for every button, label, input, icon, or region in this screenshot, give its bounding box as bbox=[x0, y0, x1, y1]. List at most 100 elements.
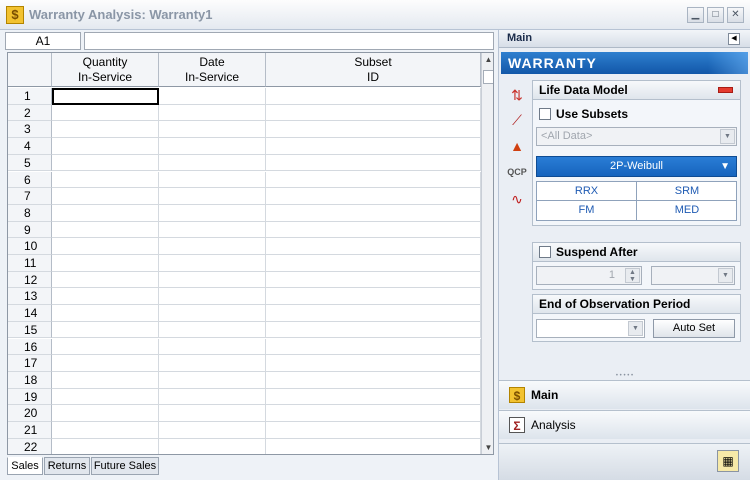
grid-cell[interactable] bbox=[266, 388, 481, 406]
use-subsets-checkbox[interactable] bbox=[539, 108, 551, 120]
close-button[interactable]: ✕ bbox=[727, 7, 744, 23]
grid-cell[interactable] bbox=[266, 305, 481, 322]
grid-cell[interactable] bbox=[266, 238, 481, 255]
grid-cell[interactable] bbox=[52, 238, 159, 255]
grid-cell[interactable] bbox=[266, 255, 481, 272]
collapse-panel-icon[interactable]: ◀ bbox=[728, 33, 740, 45]
sheet-tab-returns[interactable]: Returns bbox=[44, 457, 90, 475]
method-srm[interactable]: SRM bbox=[637, 182, 737, 201]
vertical-scrollbar[interactable]: ▲ ▼ bbox=[481, 53, 493, 454]
grid-cell[interactable] bbox=[52, 221, 159, 239]
grid-cell[interactable] bbox=[159, 305, 266, 322]
method-rrx[interactable]: RRX bbox=[537, 182, 637, 201]
grid-cell[interactable] bbox=[159, 154, 266, 172]
suspend-after-unit-select[interactable]: ▼ bbox=[651, 266, 735, 285]
grid-cell[interactable] bbox=[266, 88, 481, 105]
row-number[interactable]: 4 bbox=[8, 138, 52, 155]
calculate-icon[interactable]: ▲ bbox=[507, 136, 527, 156]
row-number[interactable]: 3 bbox=[8, 121, 52, 139]
use-subsets-option[interactable]: Use Subsets bbox=[539, 107, 628, 121]
row-number[interactable]: 10 bbox=[8, 238, 52, 255]
grid-cell[interactable] bbox=[159, 255, 266, 272]
grid-cell[interactable] bbox=[159, 204, 266, 222]
grid-cell[interactable] bbox=[266, 355, 481, 372]
grid-cell[interactable] bbox=[266, 154, 481, 172]
cell-reference-box[interactable]: A1 bbox=[5, 32, 81, 50]
grid-cell[interactable] bbox=[159, 138, 266, 155]
grid-cell[interactable] bbox=[159, 104, 266, 122]
column-header-quantity[interactable]: Quantity In-Service bbox=[52, 53, 159, 87]
row-number[interactable]: 19 bbox=[8, 388, 52, 406]
grid-cell[interactable] bbox=[266, 321, 481, 339]
grid-cell[interactable] bbox=[266, 204, 481, 222]
row-number[interactable]: 18 bbox=[8, 371, 52, 389]
row-number[interactable]: 1 bbox=[8, 88, 52, 105]
spinner-arrows-icon[interactable]: ▲ ▼ bbox=[625, 268, 640, 283]
grid-cell[interactable] bbox=[52, 405, 159, 422]
grid-cell[interactable] bbox=[52, 204, 159, 222]
grid-cell[interactable] bbox=[266, 271, 481, 289]
grid-cell[interactable] bbox=[52, 255, 159, 272]
row-number[interactable]: 9 bbox=[8, 221, 52, 239]
row-number[interactable]: 12 bbox=[8, 271, 52, 289]
grid-cell[interactable] bbox=[159, 88, 266, 105]
grid-cell[interactable] bbox=[52, 355, 159, 372]
dollar-icon[interactable]: $ bbox=[6, 6, 24, 24]
subset-select[interactable]: <All Data> ▼ bbox=[536, 127, 737, 146]
suspend-after-checkbox[interactable] bbox=[539, 246, 551, 258]
grid-cell[interactable] bbox=[266, 138, 481, 155]
grid-cell[interactable] bbox=[159, 288, 266, 306]
nav-main[interactable]: $ Main bbox=[499, 380, 750, 409]
grid-cell[interactable] bbox=[52, 154, 159, 172]
grid-cell[interactable] bbox=[159, 188, 266, 205]
grid-cell[interactable] bbox=[266, 338, 481, 356]
grid-cell[interactable] bbox=[52, 271, 159, 289]
chart-icon[interactable]: ∿ bbox=[507, 189, 527, 209]
grid-cell[interactable] bbox=[159, 388, 266, 406]
scroll-up-icon[interactable]: ▲ bbox=[482, 53, 493, 67]
active-cell[interactable] bbox=[52, 88, 159, 105]
suspend-after-count[interactable]: 1 ▲ ▼ bbox=[536, 266, 642, 285]
scroll-thumb[interactable] bbox=[483, 70, 493, 84]
grid-cell[interactable] bbox=[52, 422, 159, 439]
observation-date-select[interactable]: ▼ bbox=[536, 319, 645, 338]
row-number[interactable]: 13 bbox=[8, 288, 52, 306]
panel-splitter[interactable]: • • • • • bbox=[499, 373, 750, 379]
grid-cell[interactable] bbox=[266, 288, 481, 306]
minus-icon[interactable] bbox=[718, 87, 733, 93]
grid-cell[interactable] bbox=[159, 238, 266, 255]
row-number[interactable]: 21 bbox=[8, 422, 52, 439]
row-number[interactable]: 17 bbox=[8, 355, 52, 372]
grid-cell[interactable] bbox=[159, 171, 266, 189]
row-number[interactable]: 2 bbox=[8, 104, 52, 122]
row-number[interactable]: 15 bbox=[8, 321, 52, 339]
grid-cell[interactable] bbox=[159, 121, 266, 139]
sheet-tab-sales[interactable]: Sales bbox=[7, 457, 43, 475]
grid-cell[interactable] bbox=[52, 104, 159, 122]
grid-cell[interactable] bbox=[159, 355, 266, 372]
grid-cell[interactable] bbox=[52, 371, 159, 389]
row-number[interactable]: 11 bbox=[8, 255, 52, 272]
suspend-after-title[interactable]: Suspend After bbox=[533, 243, 740, 262]
row-number[interactable]: 8 bbox=[8, 204, 52, 222]
plot-icon[interactable]: ⟋ bbox=[507, 110, 527, 130]
maximize-button[interactable]: □ bbox=[707, 7, 724, 23]
row-number[interactable]: 20 bbox=[8, 405, 52, 422]
grid-cell[interactable] bbox=[159, 271, 266, 289]
row-number[interactable]: 14 bbox=[8, 305, 52, 322]
grid-cell[interactable] bbox=[159, 321, 266, 339]
grid-cell[interactable] bbox=[52, 171, 159, 189]
grid-cell[interactable] bbox=[266, 221, 481, 239]
scroll-down-icon[interactable]: ▼ bbox=[482, 441, 493, 454]
grid-cell[interactable] bbox=[159, 438, 266, 454]
configure-buttons-icon[interactable]: ▦ bbox=[717, 450, 739, 472]
grid-cell[interactable] bbox=[52, 321, 159, 339]
row-number[interactable]: 7 bbox=[8, 188, 52, 205]
grid-cell[interactable] bbox=[266, 121, 481, 139]
grid-cell[interactable] bbox=[266, 171, 481, 189]
grid-cell[interactable] bbox=[52, 288, 159, 306]
column-header-subset-id[interactable]: Subset ID bbox=[266, 53, 481, 87]
qcp-icon[interactable]: QCP bbox=[507, 162, 527, 182]
grid-cell[interactable] bbox=[266, 104, 481, 122]
minimize-button[interactable]: ▁ bbox=[687, 7, 704, 23]
